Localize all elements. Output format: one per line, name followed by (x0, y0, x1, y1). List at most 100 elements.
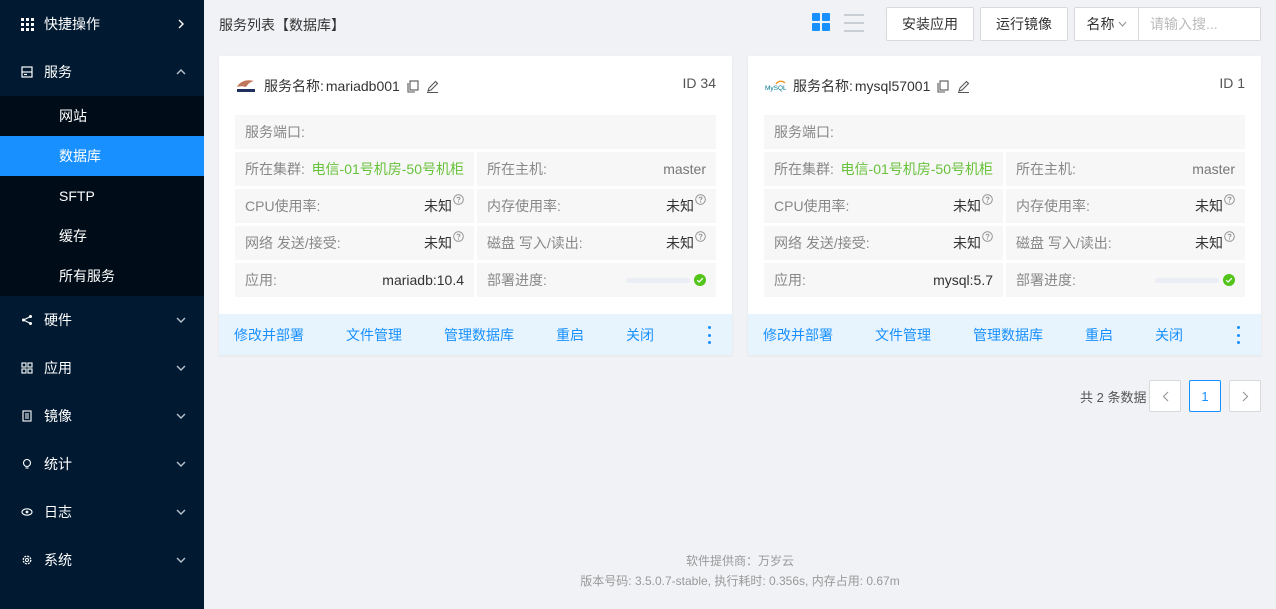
svg-text:MySQL: MySQL (765, 85, 786, 92)
restart-button[interactable]: 重启 (1085, 325, 1113, 345)
submenu-database[interactable]: 数据库 (0, 136, 204, 176)
close-button[interactable]: 关闭 (626, 325, 654, 345)
grid-view-icon[interactable] (812, 13, 832, 33)
modify-deploy-button[interactable]: 修改并部署 (234, 325, 304, 345)
submenu-cache[interactable]: 缓存 (0, 216, 204, 256)
submenu-website[interactable]: 网站 (0, 96, 204, 136)
chevron-right-icon (176, 19, 186, 29)
progress-cell: 部署进度: (477, 263, 716, 297)
cluster-label: 所在集群: (774, 161, 834, 177)
menu-images-label: 镜像 (44, 408, 72, 424)
more-icon[interactable] (708, 326, 712, 344)
menu-system-label: 系统 (44, 552, 72, 568)
card-actions: 修改并部署 文件管理 管理数据库 重启 关闭 (219, 314, 732, 355)
question-icon[interactable] (453, 231, 464, 242)
chevron-down-icon (176, 411, 186, 421)
disk-cell: 磁盘 写入/读出: 未知 (1006, 226, 1245, 260)
toolbar: 服务列表【数据库】 安装应用 运行镜像 名称 (204, 0, 1276, 46)
host-value: master (663, 161, 706, 177)
service-card: MySQL 服务名称: mysql57001 ID 1 服务端口: 所在集群: (748, 56, 1261, 355)
submenu-sftp[interactable]: SFTP (0, 176, 204, 216)
disk-cell: 磁盘 写入/读出: 未知 (477, 226, 716, 260)
net-value: 未知 (953, 235, 981, 251)
modify-deploy-button[interactable]: 修改并部署 (763, 325, 833, 345)
service-name: mysql57001 (854, 78, 931, 94)
app-cell: 应用: mariadb:10.4 (235, 263, 474, 297)
progress-track (626, 277, 690, 283)
grid-icon (20, 17, 34, 31)
document-icon (20, 409, 34, 423)
prev-page-button[interactable] (1149, 380, 1181, 412)
net-cell: 网络 发送/接受: 未知 (764, 226, 1003, 260)
question-icon[interactable] (1224, 231, 1235, 242)
card-header: MySQL 服务名称: mysql57001 (764, 76, 1245, 96)
search-input[interactable] (1139, 8, 1260, 40)
cluster-cell: 所在集群: 电信-01号机房-50号机柜 (235, 152, 474, 186)
file-manage-button[interactable]: 文件管理 (875, 325, 931, 345)
question-icon[interactable] (1224, 194, 1235, 205)
card-actions: 修改并部署 文件管理 管理数据库 重启 关闭 (748, 314, 1261, 355)
run-image-button[interactable]: 运行镜像 (980, 7, 1068, 41)
question-icon[interactable] (695, 194, 706, 205)
page-1-button[interactable]: 1 (1189, 380, 1221, 412)
menu-logs[interactable]: 日志 (0, 488, 204, 536)
progress-label: 部署进度: (1016, 272, 1076, 288)
edit-icon[interactable] (956, 79, 970, 93)
share-icon (20, 313, 34, 327)
menu-images[interactable]: 镜像 (0, 392, 204, 440)
manage-database-button[interactable]: 管理数据库 (444, 325, 514, 345)
menu-logs-label: 日志 (44, 504, 72, 520)
app-cell: 应用: mysql:5.7 (764, 263, 1003, 297)
page-title: 服务列表【数据库】 (219, 17, 345, 33)
question-icon[interactable] (453, 194, 464, 205)
file-manage-button[interactable]: 文件管理 (346, 325, 402, 345)
search-group: 名称 (1074, 7, 1261, 41)
app-label: 应用: (245, 272, 277, 288)
port-cell: 服务端口: (235, 115, 716, 149)
chevron-down-icon (176, 315, 186, 325)
menu-hardware[interactable]: 硬件 (0, 296, 204, 344)
more-icon[interactable] (1237, 326, 1241, 344)
question-icon[interactable] (982, 194, 993, 205)
mem-label: 内存使用率: (1016, 198, 1090, 214)
menu-service[interactable]: 服务 (0, 48, 204, 96)
footer-provider: 软件提供商：万岁云 (685, 554, 794, 568)
service-name-label: 服务名称: (793, 78, 853, 94)
port-cell: 服务端口: (764, 115, 1245, 149)
restart-button[interactable]: 重启 (556, 325, 584, 345)
host-cell: 所在主机: master (1006, 152, 1245, 186)
menu-apps[interactable]: 应用 (0, 344, 204, 392)
edit-icon[interactable] (426, 79, 440, 93)
list-view-icon[interactable] (844, 14, 864, 32)
close-button[interactable]: 关闭 (1155, 325, 1183, 345)
service-submenu: 网站 数据库 SFTP 缓存 所有服务 (0, 96, 204, 296)
question-icon[interactable] (695, 231, 706, 242)
footer-version: 版本号码: 3.5.0.7-stable, 执行耗时: 0.356s, 内存占用… (580, 574, 900, 588)
eye-icon (20, 505, 34, 519)
app-value: mariadb:10.4 (382, 272, 464, 288)
chevron-down-icon (176, 555, 186, 565)
port-label: 服务端口: (774, 124, 834, 140)
menu-stats[interactable]: 统计 (0, 440, 204, 488)
next-page-button[interactable] (1229, 380, 1261, 412)
service-info-grid: 服务端口: 所在集群: 电信-01号机房-50号机柜 所在主机: master … (764, 115, 1245, 300)
cluster-cell: 所在集群: 电信-01号机房-50号机柜 (764, 152, 1003, 186)
cluster-label: 所在集群: (245, 161, 305, 177)
mariadb-logo-icon (235, 77, 257, 95)
mem-label: 内存使用率: (487, 198, 561, 214)
copy-icon[interactable] (406, 79, 420, 93)
footer: 软件提供商：万岁云 版本号码: 3.5.0.7-stable, 执行耗时: 0.… (204, 551, 1276, 591)
cluster-value: 电信-01号机房-50号机柜 (311, 161, 464, 177)
card-header: 服务名称: mariadb001 (235, 76, 716, 96)
progress-label: 部署进度: (487, 272, 547, 288)
submenu-all-services[interactable]: 所有服务 (0, 256, 204, 296)
install-app-button[interactable]: 安装应用 (886, 7, 974, 41)
manage-database-button[interactable]: 管理数据库 (973, 325, 1043, 345)
search-field-select[interactable]: 名称 (1075, 8, 1139, 40)
menu-system[interactable]: 系统 (0, 536, 204, 584)
net-cell: 网络 发送/接受: 未知 (235, 226, 474, 260)
disk-label: 磁盘 写入/读出: (487, 235, 583, 251)
menu-quick-actions[interactable]: 快捷操作 (0, 0, 204, 48)
question-icon[interactable] (982, 231, 993, 242)
copy-icon[interactable] (936, 79, 950, 93)
